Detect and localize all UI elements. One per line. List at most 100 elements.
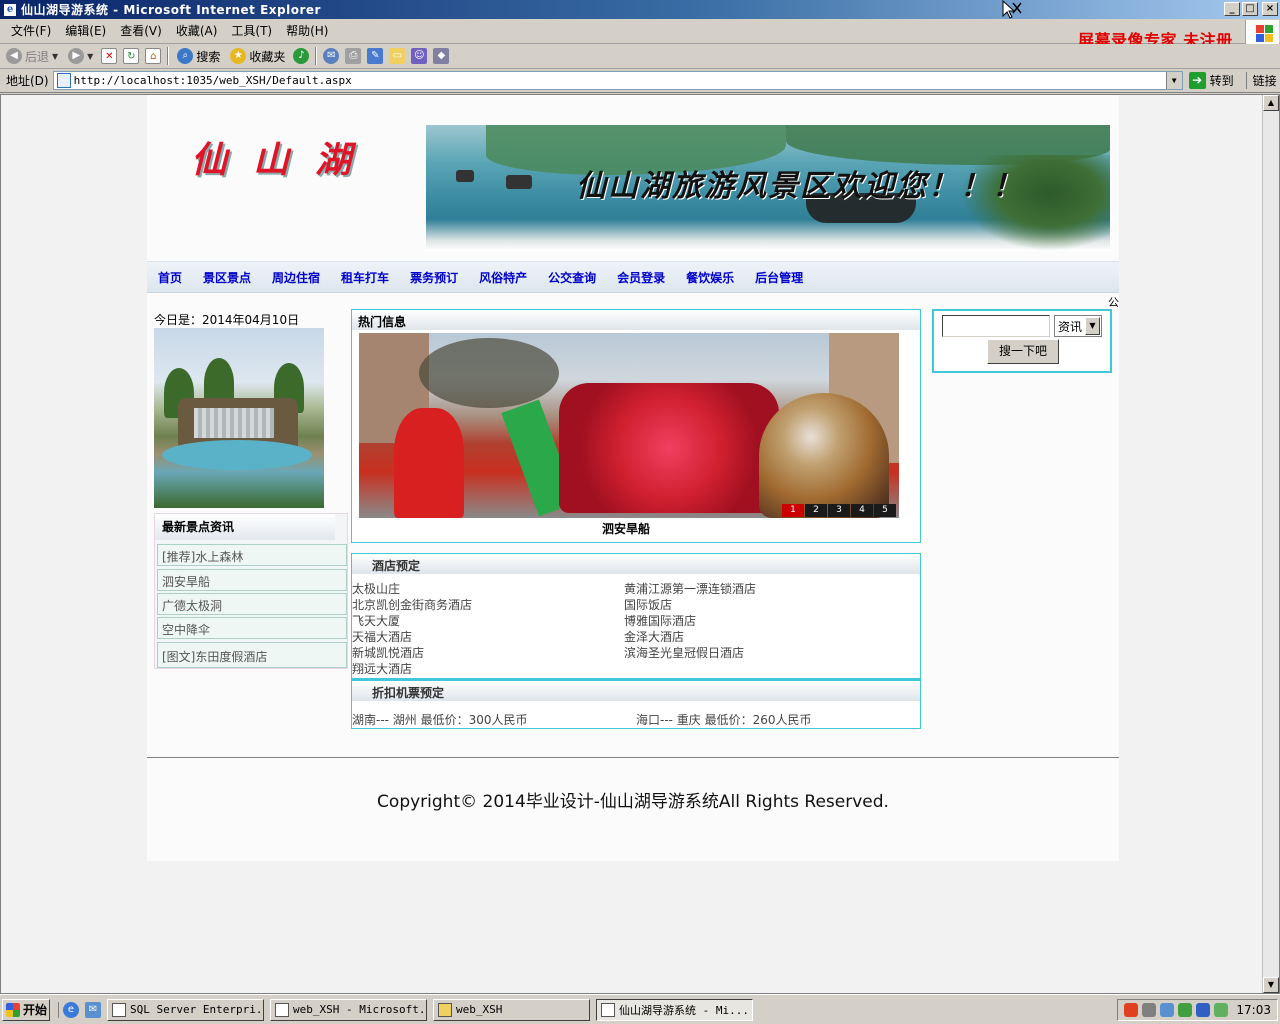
hot-slideshow[interactable]: 1 2 3 4 5 <box>359 333 899 518</box>
home-icon[interactable]: ⌂ <box>145 48 162 64</box>
url-input[interactable]: http://localhost:1035/web_XSH/Default.as… <box>52 71 1183 90</box>
recorder-tray-icon[interactable] <box>1124 1003 1139 1017</box>
news-item[interactable]: 广德太极洞 <box>157 593 347 615</box>
search-category-select[interactable]: 资讯 ▼ <box>1054 315 1102 337</box>
hotel-link[interactable]: 滨海圣光皇冠假日酒店 <box>624 645 756 661</box>
stop-icon[interactable]: ✕ <box>101 48 118 64</box>
mail-icon[interactable]: ✉ <box>323 48 340 64</box>
news-item[interactable]: 泗安旱船 <box>157 569 347 591</box>
menu-help[interactable]: 帮助(H) <box>279 21 335 41</box>
nav-scenic-spots[interactable]: 景区景点 <box>203 269 251 286</box>
window-title: 仙山湖导游系统 - Microsoft Internet Explorer <box>21 3 321 17</box>
discuss-icon[interactable]: ▭ <box>389 48 406 64</box>
hotel-list-left: 太极山庄 北京凯创金街商务酒店 飞天大厦 天福大酒店 新城凯悦酒店 翔远大酒店 <box>352 581 472 677</box>
system-tray: 17:03 <box>1117 999 1278 1021</box>
news-item[interactable]: [图文]东田度假酒店 <box>157 642 347 668</box>
nav-dining[interactable]: 餐饮娱乐 <box>686 269 734 286</box>
scroll-down-icon[interactable]: ▼ <box>1263 977 1279 993</box>
slide-page-button[interactable]: 2 <box>805 504 827 517</box>
ie-icon[interactable]: e <box>63 1001 79 1018</box>
menu-view[interactable]: 查看(V) <box>113 21 169 41</box>
address-bar: 地址(D) http://localhost:1035/web_XSH/Defa… <box>0 69 1280 93</box>
nav-home[interactable]: 首页 <box>158 269 182 286</box>
menu-file[interactable]: 文件(F) <box>4 21 58 41</box>
sql-tray-icon[interactable] <box>1160 1003 1175 1017</box>
ticket-offer[interactable]: 海口--- 重庆 最低价：260人民币 <box>636 711 812 728</box>
announcement-marker: 公 <box>1108 296 1119 309</box>
nav-customs[interactable]: 风俗特产 <box>479 269 527 286</box>
volume-tray-icon[interactable] <box>1178 1003 1193 1017</box>
sql-server-icon <box>112 1002 126 1017</box>
slide-page-button[interactable]: 3 <box>828 504 850 517</box>
slide-page-button[interactable]: 4 <box>851 504 873 517</box>
shield-tray-icon[interactable] <box>1196 1003 1211 1017</box>
outlook-icon[interactable]: ✉ <box>85 1001 101 1018</box>
hotel-link[interactable]: 飞天大厦 <box>352 613 472 629</box>
nav-tickets[interactable]: 票务预订 <box>410 269 458 286</box>
nav-login[interactable]: 会员登录 <box>617 269 665 286</box>
slide-caption[interactable]: 泗安旱船 <box>352 520 900 537</box>
hotel-link[interactable]: 天福大酒店 <box>352 629 472 645</box>
hotel-link[interactable]: 国际饭店 <box>624 597 756 613</box>
slide-page-button[interactable]: 1 <box>782 504 804 517</box>
messenger-icon[interactable]: ☺ <box>411 48 428 64</box>
menu-favorites[interactable]: 收藏(A) <box>169 21 225 41</box>
back-label: 后退 <box>25 49 50 64</box>
task-sql-server[interactable]: SQL Server Enterpri... <box>107 998 264 1021</box>
search-button[interactable]: ⌕ 搜索 <box>175 46 222 66</box>
nav-bus[interactable]: 公交查询 <box>548 269 596 286</box>
start-label: 开始 <box>23 1003 48 1017</box>
search-input[interactable] <box>942 315 1050 337</box>
ie-icon <box>601 1002 615 1017</box>
news-item[interactable]: 空中降伞 <box>157 617 347 639</box>
news-item[interactable]: [推荐]水上森林 <box>157 544 347 566</box>
ticket-offer[interactable]: 湖南--- 湖州 最低价：300人民币 <box>352 711 528 728</box>
network-tray-icon[interactable] <box>1142 1003 1157 1017</box>
research-icon[interactable]: ◆ <box>433 48 450 64</box>
hotel-link[interactable]: 新城凯悦酒店 <box>352 645 472 661</box>
latest-news-box: 最新景点资讯 [推荐]水上森林 泗安旱船 广德太极洞 空中降伞 [图文]东田度假… <box>154 513 348 669</box>
refresh-icon[interactable]: ↻ <box>123 48 140 64</box>
hotel-link[interactable]: 博雅国际酒店 <box>624 613 756 629</box>
hotel-link[interactable]: 太极山庄 <box>352 581 472 597</box>
standard-toolbar: ◀ 后退 ▼ ▶ ▼ ✕ ↻ ⌂ ⌕ 搜索 ★ 收藏夹 ♪ ✉ ⎙ ✎ ▭ ☺ … <box>0 44 1280 69</box>
search-submit-button[interactable]: 搜一下吧 <box>987 339 1059 364</box>
hotel-link[interactable]: 黄浦江源第一漂连锁酒店 <box>624 581 756 597</box>
quick-launch: e ✉ <box>58 1001 101 1018</box>
task-web-xsh-folder[interactable]: web_XSH <box>433 998 590 1021</box>
hotel-link[interactable]: 翔远大酒店 <box>352 661 472 677</box>
task-web-xsh-vs[interactable]: web_XSH - Microsoft... <box>270 998 427 1021</box>
close-button[interactable]: × <box>1262 2 1278 16</box>
back-button[interactable]: ◀ 后退 ▼ <box>4 46 60 66</box>
nav-lodging[interactable]: 周边住宿 <box>272 269 320 286</box>
media-icon[interactable]: ♪ <box>293 48 310 64</box>
chevron-down-icon[interactable]: ▼ <box>1165 72 1182 89</box>
nav-admin[interactable]: 后台管理 <box>755 269 803 286</box>
scroll-up-icon[interactable]: ▲ <box>1263 95 1279 111</box>
menu-edit[interactable]: 编辑(E) <box>58 21 113 41</box>
forward-button[interactable]: ▶ ▼ <box>66 46 95 66</box>
links-button[interactable]: 链接 <box>1245 72 1277 89</box>
edit-icon[interactable]: ✎ <box>367 48 384 64</box>
nav-taxi[interactable]: 租车打车 <box>341 269 389 286</box>
chevron-down-icon[interactable]: ▼ <box>52 52 58 61</box>
task-ie-active[interactable]: 仙山湖导游系统 - Mi... <box>596 998 753 1021</box>
go-button[interactable]: ➔ 转到 <box>1188 72 1234 89</box>
vertical-scrollbar[interactable]: ▲ ▼ <box>1262 95 1279 993</box>
hotel-title: 酒店预定 <box>352 554 920 574</box>
maximize-button[interactable]: □ <box>1242 2 1258 16</box>
favorites-button[interactable]: ★ 收藏夹 <box>228 46 287 66</box>
slide-page-button[interactable]: 5 <box>874 504 896 517</box>
print-icon[interactable]: ⎙ <box>345 48 362 64</box>
start-button[interactable]: 开始 <box>2 998 50 1021</box>
window-title-bar[interactable]: e 仙山湖导游系统 - Microsoft Internet Explorer … <box>0 0 1280 19</box>
minimize-button[interactable]: _ <box>1224 2 1240 16</box>
chevron-down-icon[interactable]: ▼ <box>87 52 93 61</box>
hotel-panel: 酒店预定 太极山庄 北京凯创金街商务酒店 飞天大厦 天福大酒店 新城凯悦酒店 翔… <box>351 553 921 679</box>
hotel-link[interactable]: 北京凯创金街商务酒店 <box>352 597 472 613</box>
menu-tools[interactable]: 工具(T) <box>224 21 279 41</box>
chevron-down-icon[interactable]: ▼ <box>1085 317 1100 335</box>
url-text: http://localhost:1035/web_XSH/Default.as… <box>73 74 352 87</box>
update-tray-icon[interactable] <box>1214 1003 1229 1017</box>
hotel-link[interactable]: 金泽大酒店 <box>624 629 756 645</box>
